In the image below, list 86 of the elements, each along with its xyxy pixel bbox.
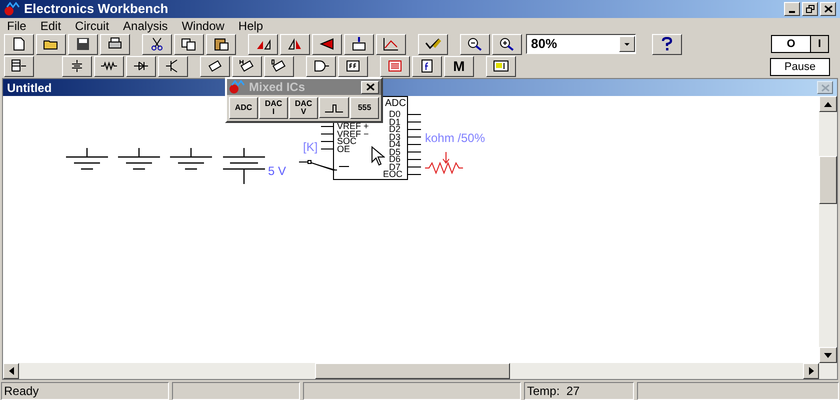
pin-label: D2: [389, 125, 401, 134]
scroll-left-icon: [8, 367, 14, 375]
close-icon[interactable]: [361, 80, 379, 94]
diode-icon[interactable]: [126, 56, 156, 76]
instrument-icon[interactable]: [486, 56, 516, 76]
ground-symbol: [117, 148, 161, 172]
scroll-up-icon: [824, 102, 832, 106]
pencil-check-icon[interactable]: [418, 34, 448, 54]
pin-label: D7: [389, 162, 401, 172]
status-message: Ready: [1, 382, 169, 400]
pin-label: D0: [389, 110, 401, 119]
pin-label: D6: [389, 155, 401, 164]
palette-button[interactable]: DAC I: [259, 97, 288, 119]
switch-symbol: [299, 160, 337, 172]
window-title: Electronics Workbench: [24, 0, 168, 18]
cut-icon[interactable]: [142, 34, 172, 54]
control-icon[interactable]: [412, 56, 442, 76]
open-folder-icon[interactable]: [36, 34, 66, 54]
rotate-icon[interactable]: [248, 34, 278, 54]
pin-label: D5: [389, 148, 401, 156]
menu-item[interactable]: Analysis: [116, 20, 175, 32]
menu-item[interactable]: File: [0, 20, 34, 32]
flip-horizontal-icon[interactable]: [280, 34, 310, 54]
battery-symbol: [222, 148, 266, 184]
resistor-icon[interactable]: [94, 56, 124, 76]
flip-vertical-icon[interactable]: [312, 34, 342, 54]
ground-symbol: [65, 148, 109, 172]
menu-item[interactable]: Edit: [33, 20, 68, 32]
app-logo-icon: [229, 80, 247, 94]
pot-label: [K]: [303, 139, 318, 156]
flip-flop-icon[interactable]: [338, 56, 368, 76]
app-logo-icon: [4, 2, 22, 16]
copy-icon[interactable]: [174, 34, 204, 54]
pin-label: EOC: [383, 170, 403, 179]
mouse-pointer-icon: [371, 146, 385, 166]
pin-label: VREF +: [337, 122, 369, 131]
menu-item[interactable]: Window: [174, 20, 232, 32]
pin-label: D4: [389, 140, 401, 149]
macro-button[interactable]: M: [444, 56, 474, 76]
pin-label: SOC: [337, 137, 357, 146]
pot-label: kohm /50%: [425, 130, 486, 147]
minimize-icon[interactable]: [784, 2, 800, 16]
pause-button[interactable]: Pause: [770, 58, 830, 76]
palette-title: Mixed ICs: [249, 79, 306, 96]
power-switch[interactable]: O I: [771, 35, 829, 53]
horizontal-scrollbar[interactable]: [3, 363, 837, 379]
menu-item[interactable]: Circuit: [68, 20, 116, 32]
chip-icon[interactable]: [200, 56, 230, 76]
scroll-thumb[interactable]: [819, 156, 837, 204]
indicator-icon[interactable]: [380, 56, 410, 76]
logic-gate-icon[interactable]: [306, 56, 336, 76]
pin-label: OE: [337, 144, 350, 154]
scroll-right-icon: [808, 367, 814, 375]
paste-icon[interactable]: [206, 34, 236, 54]
graph-icon[interactable]: [376, 34, 406, 54]
pin-label: D1: [389, 118, 401, 126]
scroll-down-icon: [824, 352, 832, 358]
ic-title: ADC: [385, 99, 406, 109]
document-title: Untitled: [7, 80, 52, 96]
parts-bin-icon[interactable]: [4, 56, 34, 76]
status-temperature: Temp: 27: [524, 382, 634, 400]
pulse-icon[interactable]: [319, 97, 349, 118]
zoom-out-icon[interactable]: [460, 34, 490, 54]
scroll-thumb[interactable]: [315, 363, 510, 379]
pin-label: VREF −: [337, 130, 369, 138]
print-icon[interactable]: [100, 34, 130, 54]
help-icon[interactable]: [652, 34, 682, 54]
component-properties-icon[interactable]: [344, 34, 374, 54]
menu-item[interactable]: Help: [231, 20, 270, 32]
restore-icon[interactable]: [802, 2, 818, 16]
palette-button[interactable]: DAC V: [289, 97, 318, 119]
palette-button[interactable]: 555: [350, 97, 379, 119]
save-icon[interactable]: [68, 34, 98, 54]
source-label: 5 V: [268, 163, 286, 180]
transistor-icon[interactable]: [158, 56, 188, 76]
close-icon[interactable]: [820, 2, 836, 16]
palette-button[interactable]: ADC: [229, 97, 258, 119]
new-file-icon[interactable]: [4, 34, 34, 54]
pin-label: D3: [389, 132, 401, 142]
battery-icon[interactable]: [62, 56, 92, 76]
zoom-in-icon[interactable]: [492, 34, 522, 54]
chip-icon[interactable]: [264, 56, 294, 76]
ground-symbol: [169, 148, 213, 172]
vertical-scrollbar[interactable]: [819, 96, 837, 363]
zoom-dropdown[interactable]: 80%: [526, 34, 636, 54]
chip-icon[interactable]: [232, 56, 262, 76]
